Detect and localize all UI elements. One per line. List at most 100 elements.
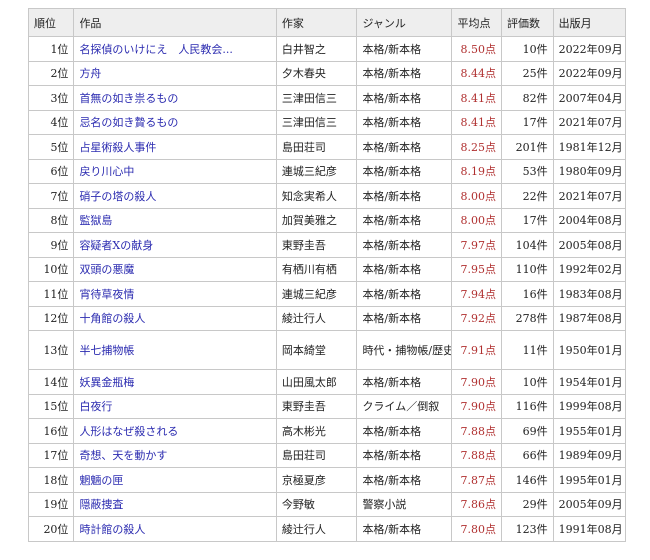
book-title-link[interactable]: 硝子の塔の殺人 (79, 190, 156, 203)
published-cell: 1955年01月 (552, 418, 627, 444)
score-cell: 8.00点 (451, 183, 503, 209)
title-cell: 忌名の如き贄るもの (73, 109, 277, 135)
book-title-link[interactable]: 白夜行 (79, 400, 112, 413)
rank-cell: 13位 (27, 330, 75, 370)
count-cell: 104件 (501, 232, 554, 258)
author-cell: 夕木春央 (275, 60, 358, 86)
table-row: 18位 魍魎の匣 京極夏彦 本格/新本格 7.87点 146件 1995年01月 (27, 467, 627, 493)
table-row: 2位 方舟 夕木春央 本格/新本格 8.44点 25件 2022年09月 (27, 60, 627, 86)
title-cell: 魍魎の匣 (73, 467, 277, 493)
table-row: 13位半七捕物帳 岡本綺堂時代・捕物帳/歴史ミステリ7.91点11件1950年01… (27, 330, 627, 370)
book-title-link[interactable]: 人形はなぜ殺される (79, 425, 178, 438)
table-row: 11位 宵待草夜情 連城三紀彦 本格/新本格 7.94点 16件 1983年08月 (27, 281, 627, 307)
score-cell: 7.92点 (451, 305, 503, 331)
author-cell: 綾辻行人 (275, 516, 358, 542)
genre-cell: 時代・捕物帳/歴史ミステリ (356, 330, 453, 370)
book-title-link[interactable]: 妖異金瓶梅 (79, 376, 134, 389)
book-title-link[interactable]: 奇想、天を動かす (79, 449, 167, 462)
title-cell: 方舟 (73, 60, 277, 86)
book-title-link[interactable]: 首無の如き祟るもの (79, 92, 178, 105)
header-title: 作品 (73, 8, 277, 37)
published-cell: 1981年12月 (552, 134, 627, 160)
genre-cell: 本格/新本格 (356, 36, 453, 62)
rank-cell: 17位 (27, 442, 75, 468)
count-cell: 201件 (501, 134, 554, 160)
rank-cell: 4位 (27, 109, 75, 135)
author-cell: 山田風太郎 (275, 369, 358, 395)
score-cell: 7.97点 (451, 232, 503, 258)
rank-cell: 3位 (27, 85, 75, 111)
author-cell: 知念実希人 (275, 183, 358, 209)
book-title-link[interactable]: 半七捕物帳 (79, 344, 134, 357)
book-title-link[interactable]: 魍魎の匣 (79, 474, 123, 487)
genre-cell: 本格/新本格 (356, 109, 453, 135)
published-cell: 1954年01月 (552, 369, 627, 395)
title-cell: 十角館の殺人 (73, 305, 277, 331)
book-title-link[interactable]: 容疑者Xの献身 (79, 239, 153, 252)
title-cell: 妖異金瓶梅 (73, 369, 277, 395)
published-cell: 2007年04月 (552, 85, 627, 111)
score-cell: 7.95点 (451, 256, 503, 282)
header-score-sort-link[interactable]: 平均点 (451, 8, 503, 37)
score-cell: 8.41点 (451, 85, 503, 111)
genre-cell: 本格/新本格 (356, 442, 453, 468)
published-cell: 2022年09月 (552, 60, 627, 86)
ranking-table-container: 順位 作品 作家 ジャンル 平均点 評価数 出版月 1位 名探偵のいけにえ 人民教… (27, 8, 627, 542)
count-cell: 25件 (501, 60, 554, 86)
count-cell: 66件 (501, 442, 554, 468)
count-cell: 16件 (501, 281, 554, 307)
published-cell: 1950年01月 (552, 330, 627, 370)
genre-cell: 本格/新本格 (356, 418, 453, 444)
count-cell: 116件 (501, 393, 554, 419)
score-cell: 7.80点 (451, 516, 503, 542)
book-title-link[interactable]: 隠蔽捜査 (79, 498, 123, 511)
published-cell: 1980年09月 (552, 158, 627, 184)
count-cell: 10件 (501, 369, 554, 395)
score-cell: 7.86点 (451, 491, 503, 517)
genre-cell: 本格/新本格 (356, 232, 453, 258)
author-cell: 東野圭吾 (275, 393, 358, 419)
header-rank: 順位 (27, 8, 75, 37)
book-title-link[interactable]: 占星術殺人事件 (79, 141, 156, 154)
book-title-link[interactable]: 十角館の殺人 (79, 312, 145, 325)
rank-cell: 14位 (27, 369, 75, 395)
header-count-sort-link[interactable]: 評価数 (501, 8, 554, 37)
rank-cell: 15位 (27, 393, 75, 419)
book-title-link[interactable]: 宵待草夜情 (79, 288, 134, 301)
header-genre: ジャンル (356, 8, 453, 37)
score-cell: 7.94点 (451, 281, 503, 307)
book-title-link[interactable]: 双頭の悪魔 (79, 263, 134, 276)
book-title-link[interactable]: 方舟 (79, 67, 101, 80)
author-cell: 白井智之 (275, 36, 358, 62)
count-cell: 17件 (501, 207, 554, 233)
genre-cell: 警察小説 (356, 491, 453, 517)
title-cell: 時計館の殺人 (73, 516, 277, 542)
count-cell: 11件 (501, 330, 554, 370)
book-title-link[interactable]: 忌名の如き贄るもの (79, 116, 178, 129)
count-cell: 110件 (501, 256, 554, 282)
genre-cell: 本格/新本格 (356, 516, 453, 542)
published-cell: 2004年08月 (552, 207, 627, 233)
genre-cell: クライム／倒叙 (356, 393, 453, 419)
book-title-link[interactable]: 戻り川心中 (79, 165, 134, 178)
rank-cell: 1位 (27, 36, 75, 62)
published-cell: 1995年01月 (552, 467, 627, 493)
genre-cell: 本格/新本格 (356, 369, 453, 395)
genre-cell: 本格/新本格 (356, 183, 453, 209)
book-title-link[interactable]: 時計館の殺人 (79, 523, 145, 536)
book-title-link[interactable]: 監獄島 (79, 214, 112, 227)
genre-cell: 本格/新本格 (356, 134, 453, 160)
table-row: 20位 時計館の殺人 綾辻行人 本格/新本格 7.80点 123件 1991年08月 (27, 516, 627, 542)
book-title-link[interactable]: 名探偵のいけにえ 人民教会... (79, 43, 233, 56)
table-row: 10位 双頭の悪魔 有栖川有栖 本格/新本格 7.95点 110件 1992年02月 (27, 256, 627, 282)
title-cell: 白夜行 (73, 393, 277, 419)
score-cell: 7.87点 (451, 467, 503, 493)
table-row: 17位 奇想、天を動かす 島田荘司 本格/新本格 7.88点 66件 1989年09月 (27, 442, 627, 468)
table-row: 16位 人形はなぜ殺される 高木彬光 本格/新本格 7.88点 69件 1955年01月 (27, 418, 627, 444)
count-cell: 123件 (501, 516, 554, 542)
table-row: 12位 十角館の殺人 綾辻行人 本格/新本格 7.92点 278件 1987年08月 (27, 305, 627, 331)
author-cell: 島田荘司 (275, 134, 358, 160)
published-cell: 1989年09月 (552, 442, 627, 468)
score-cell: 8.50点 (451, 36, 503, 62)
rank-cell: 19位 (27, 491, 75, 517)
